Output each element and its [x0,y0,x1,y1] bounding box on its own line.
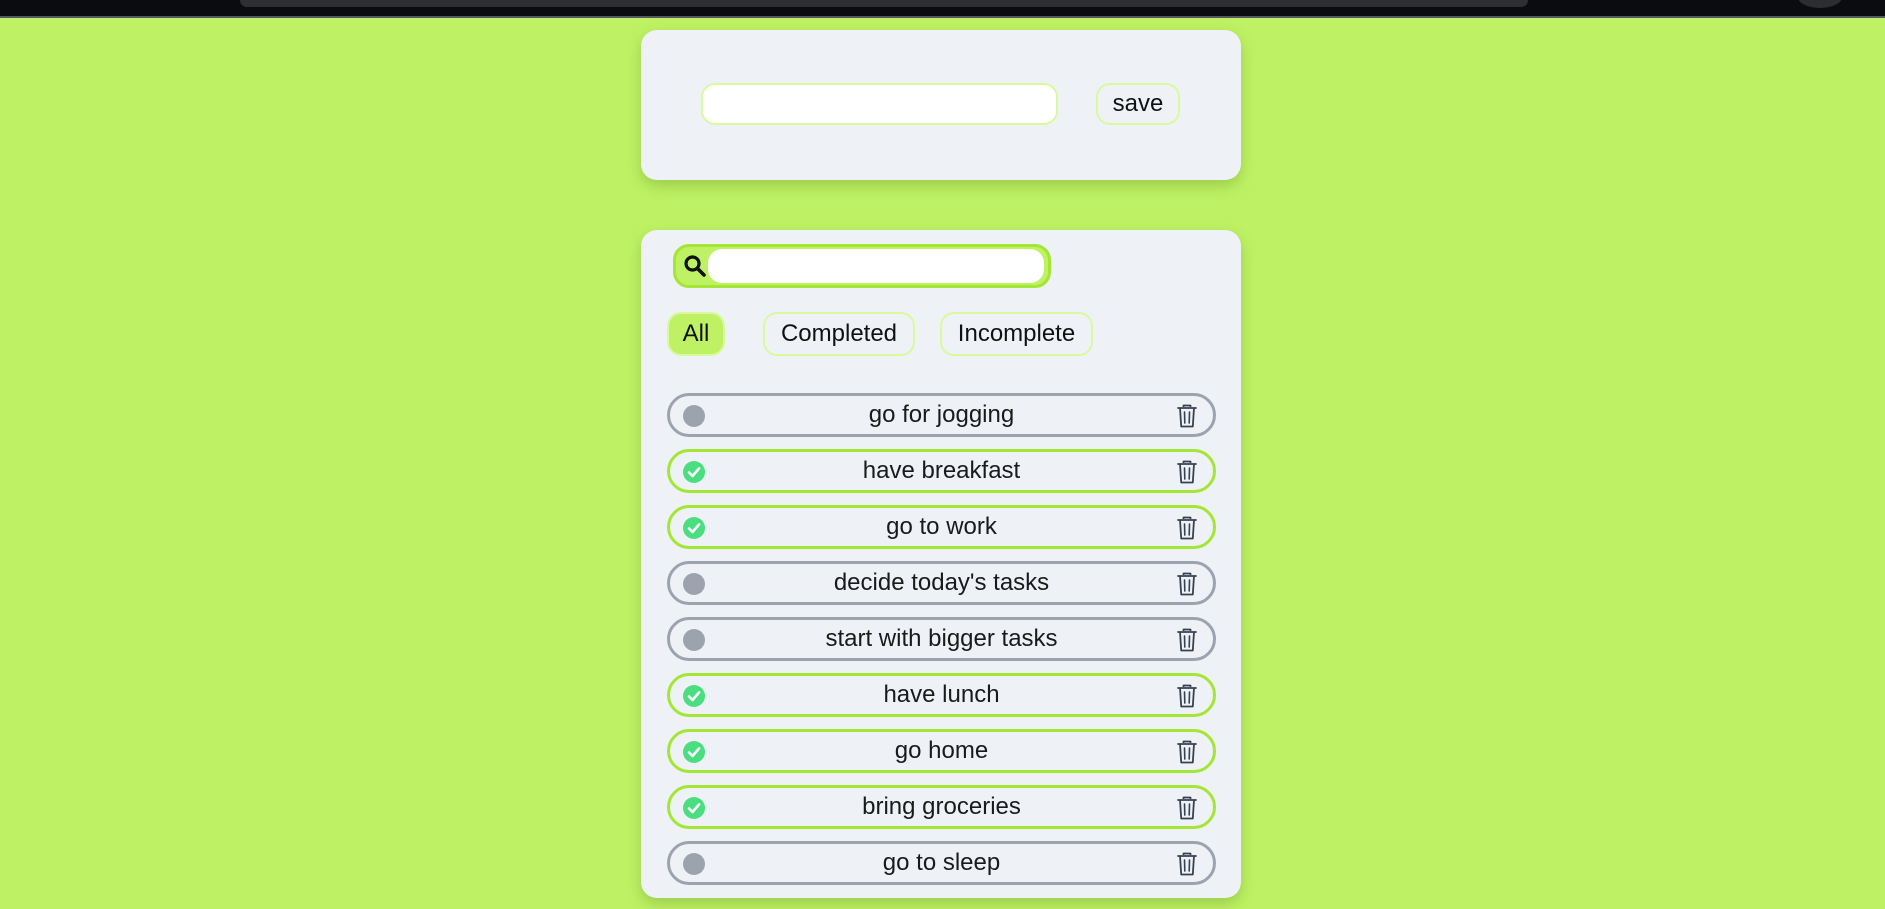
task-row[interactable]: go for jogging [667,393,1216,437]
task-label: have breakfast [862,457,1021,484]
save-button[interactable]: save [1096,83,1180,125]
check-circle-icon[interactable] [683,685,705,707]
filter-all-button[interactable]: All [667,312,725,356]
task-row[interactable]: start with bigger tasks [667,617,1216,661]
task-label: decide today's tasks [833,569,1050,596]
check-circle-icon[interactable] [683,517,705,539]
trash-icon[interactable] [1175,627,1199,653]
task-label: go to work [886,513,997,540]
task-list-card: All Completed Incomplete go for jogging h… [641,230,1241,898]
trash-icon[interactable] [1175,515,1199,541]
trash-icon[interactable] [1175,403,1199,429]
check-circle-icon[interactable] [683,741,705,763]
task-row[interactable]: have breakfast [667,449,1216,493]
browser-address-bar [240,0,1528,7]
filter-incomplete-button[interactable]: Incomplete [940,312,1093,356]
task-label: start with bigger tasks [825,625,1058,652]
search-bar [673,244,1051,288]
check-circle-icon[interactable] [683,461,705,483]
new-task-input[interactable] [701,83,1058,125]
trash-icon[interactable] [1175,795,1199,821]
check-circle-icon[interactable] [683,797,705,819]
search-icon [684,255,706,277]
search-input[interactable] [708,249,1044,283]
filter-completed-button[interactable]: Completed [763,312,915,356]
incomplete-dot-icon[interactable] [683,853,705,875]
task-row[interactable]: go home [667,729,1216,773]
task-row[interactable]: go to work [667,505,1216,549]
task-row[interactable]: have lunch [667,673,1216,717]
browser-profile-button [1798,0,1842,8]
browser-top-strip [0,0,1885,18]
incomplete-dot-icon[interactable] [683,573,705,595]
task-label: bring groceries [862,793,1021,820]
task-label: go for jogging [868,401,1015,428]
task-row[interactable]: go to sleep [667,841,1216,885]
incomplete-dot-icon[interactable] [683,629,705,651]
task-label: have lunch [883,681,1000,708]
trash-icon[interactable] [1175,683,1199,709]
task-row[interactable]: decide today's tasks [667,561,1216,605]
add-task-card: save [641,30,1241,180]
trash-icon[interactable] [1175,459,1199,485]
trash-icon[interactable] [1175,851,1199,877]
trash-icon[interactable] [1175,571,1199,597]
trash-icon[interactable] [1175,739,1199,765]
task-row[interactable]: bring groceries [667,785,1216,829]
task-label: go to sleep [882,849,1001,876]
task-label: go home [894,737,989,764]
incomplete-dot-icon[interactable] [683,405,705,427]
